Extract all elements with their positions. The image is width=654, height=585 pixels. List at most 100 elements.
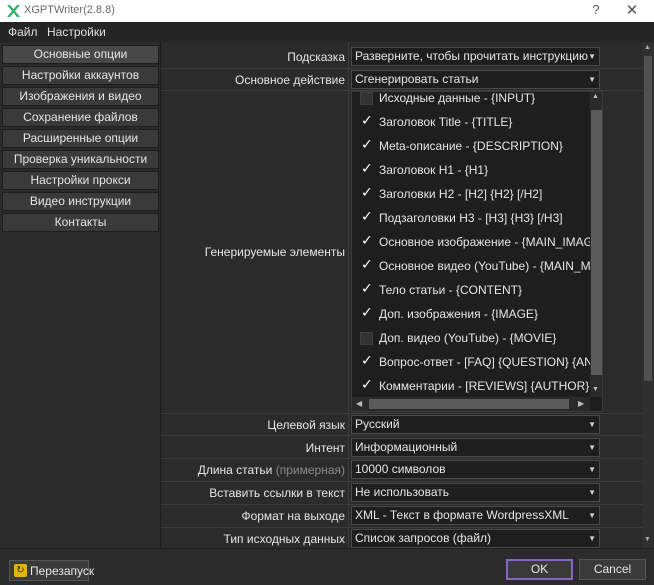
chevron-down-icon: ▼ — [588, 488, 596, 497]
length-label-text: Длина статьи — [197, 463, 273, 477]
list-item[interactable]: ✓ Подзаголовки H3 - [H3] {H3} [/H3] — [352, 208, 592, 232]
window-title: XGPTWriter(2.8.8) — [24, 4, 115, 16]
list-vertical-scrollbar[interactable]: ▲ ▼ — [590, 92, 602, 397]
checkmark-icon[interactable]: ✓ — [361, 160, 373, 177]
restart-button[interactable]: ↻ Перезапуск — [9, 560, 94, 581]
bottom-bar: ↻ Перезапуск OK Cancel — [0, 548, 654, 585]
column-divider — [348, 42, 349, 548]
ok-button[interactable]: OK — [506, 559, 573, 580]
sidebar-item-uniqueness[interactable]: Проверка уникальности — [2, 150, 159, 169]
list-item[interactable]: ✓ Доп. изображения - {IMAGE} — [352, 304, 592, 328]
scroll-thumb[interactable] — [369, 399, 569, 409]
list-horizontal-scrollbar[interactable]: ◀ ▶ — [352, 397, 590, 411]
row-divider — [161, 481, 642, 482]
list-item[interactable]: Доп. видео (YouTube) - {MOVIE} — [352, 328, 592, 352]
row-divider — [161, 68, 642, 69]
sidebar-item-main-options[interactable]: Основные опции — [2, 45, 159, 64]
checkbox[interactable] — [360, 332, 373, 345]
sidebar: Основные опции Настройки аккаунтов Изобр… — [0, 42, 161, 548]
scroll-right-icon[interactable]: ▶ — [578, 399, 584, 408]
intent-select-value: Информационный — [355, 440, 458, 454]
page-scrollbar[interactable]: ▲ ▼ — [642, 42, 654, 548]
list-item[interactable]: ✓ Заголовок Title - {TITLE} — [352, 112, 592, 136]
restart-button-label: Перезапуск — [30, 564, 95, 578]
hint-select[interactable]: Разверните, чтобы прочитать инструкцию ▼ — [351, 47, 600, 66]
row-divider — [161, 413, 642, 414]
intent-label: Интент — [305, 441, 345, 455]
scroll-up-icon[interactable]: ▲ — [592, 93, 599, 100]
chevron-down-icon: ▼ — [588, 511, 596, 520]
action-label: Основное действие — [235, 73, 345, 87]
sidebar-item-accounts[interactable]: Настройки аккаунтов — [2, 66, 159, 85]
cancel-button[interactable]: Cancel — [579, 559, 646, 580]
source-select-value: Список запросов (файл) — [355, 531, 492, 545]
intent-select[interactable]: Информационный ▼ — [351, 438, 600, 457]
close-button[interactable]: ✕ — [624, 1, 640, 19]
sidebar-item-images-video[interactable]: Изображения и видео — [2, 87, 159, 106]
links-select[interactable]: Не использовать ▼ — [351, 483, 600, 502]
hint-label: Подсказка — [287, 50, 345, 64]
row-divider — [161, 458, 642, 459]
list-item[interactable]: ✓ Заголовки H2 - [H2] {H2} [/H2] — [352, 184, 592, 208]
help-button[interactable]: ? — [589, 2, 603, 17]
hint-select-value: Разверните, чтобы прочитать инструкцию — [355, 49, 588, 63]
row-divider — [161, 527, 642, 528]
length-label: Длина статьи (примерная) — [161, 463, 345, 477]
length-label-note: (примерная) — [275, 463, 345, 477]
checkmark-icon[interactable]: ✓ — [361, 256, 373, 273]
checkmark-icon[interactable]: ✓ — [361, 304, 373, 321]
scroll-left-icon[interactable]: ◀ — [356, 399, 362, 408]
sidebar-item-video-instructions[interactable]: Видео инструкции — [2, 192, 159, 211]
checkmark-icon[interactable]: ✓ — [361, 112, 373, 129]
scroll-thumb[interactable] — [644, 56, 652, 381]
scroll-down-icon[interactable]: ▼ — [592, 386, 599, 393]
chevron-down-icon: ▼ — [588, 534, 596, 543]
checkmark-icon[interactable]: ✓ — [361, 184, 373, 201]
scroll-down-icon[interactable]: ▼ — [644, 536, 651, 543]
row-divider — [161, 435, 642, 436]
language-select[interactable]: Русский ▼ — [351, 415, 600, 434]
checkbox[interactable] — [360, 92, 373, 105]
sidebar-item-advanced[interactable]: Расширенные опции — [2, 129, 159, 148]
chevron-down-icon: ▼ — [588, 420, 596, 429]
language-select-value: Русский — [355, 417, 400, 431]
checkmark-icon[interactable]: ✓ — [361, 376, 373, 393]
sidebar-item-saving-files[interactable]: Сохранение файлов — [2, 108, 159, 127]
title-bar: XGPTWriter(2.8.8) ? ✕ — [0, 0, 654, 22]
links-select-value: Не использовать — [355, 485, 449, 499]
restart-icon: ↻ — [14, 564, 27, 577]
format-select[interactable]: XML - Текст в формате WordpressXML ▼ — [351, 506, 600, 525]
format-select-value: XML - Текст в формате WordpressXML — [355, 508, 569, 522]
menu-settings[interactable]: Настройки — [47, 25, 106, 39]
menu-file[interactable]: Файл — [8, 25, 38, 39]
chevron-down-icon: ▼ — [588, 465, 596, 474]
scroll-up-icon[interactable]: ▲ — [644, 44, 651, 51]
list-item[interactable]: ✓ Основное изображение - {MAIN_IMAGE} — [352, 232, 592, 256]
language-label: Целевой язык — [267, 418, 345, 432]
action-select[interactable]: Сгенерировать статьи ▼ — [351, 70, 600, 89]
format-label: Формат на выходе — [241, 509, 345, 523]
elements-label: Генерируемые элементы — [204, 245, 345, 259]
chevron-down-icon: ▼ — [588, 52, 596, 61]
action-select-value: Сгенерировать статьи — [355, 72, 479, 86]
list-item[interactable]: ✓ Meta-описание - {DESCRIPTION} — [352, 136, 592, 160]
scroll-thumb[interactable] — [591, 110, 602, 375]
chevron-down-icon: ▼ — [588, 443, 596, 452]
checkmark-icon[interactable]: ✓ — [361, 352, 373, 369]
checkmark-icon[interactable]: ✓ — [361, 280, 373, 297]
list-item[interactable]: ✓ Вопрос-ответ - [FAQ] {QUESTION} {ANSWE… — [352, 352, 592, 376]
checkmark-icon[interactable]: ✓ — [361, 208, 373, 225]
list-item[interactable]: ✓ Заголовок H1 - {H1} — [352, 160, 592, 184]
source-select[interactable]: Список запросов (файл) ▼ — [351, 529, 600, 548]
checkmark-icon[interactable]: ✓ — [361, 136, 373, 153]
checkmark-icon[interactable]: ✓ — [361, 232, 373, 249]
length-select[interactable]: 10000 символов ▼ — [351, 460, 600, 479]
sidebar-item-proxy[interactable]: Настройки прокси — [2, 171, 159, 190]
chevron-down-icon: ▼ — [588, 75, 596, 84]
length-select-value: 10000 символов — [355, 462, 446, 476]
list-item[interactable]: ✓ Тело статьи - {CONTENT} — [352, 280, 592, 304]
list-item[interactable]: Исходные данные - {INPUT} — [352, 92, 592, 112]
sidebar-item-contacts[interactable]: Контакты — [2, 213, 159, 232]
app-logo-icon — [7, 5, 20, 17]
list-item[interactable]: ✓ Основное видео (YouTube) - {MAIN_MOVIE… — [352, 256, 592, 280]
